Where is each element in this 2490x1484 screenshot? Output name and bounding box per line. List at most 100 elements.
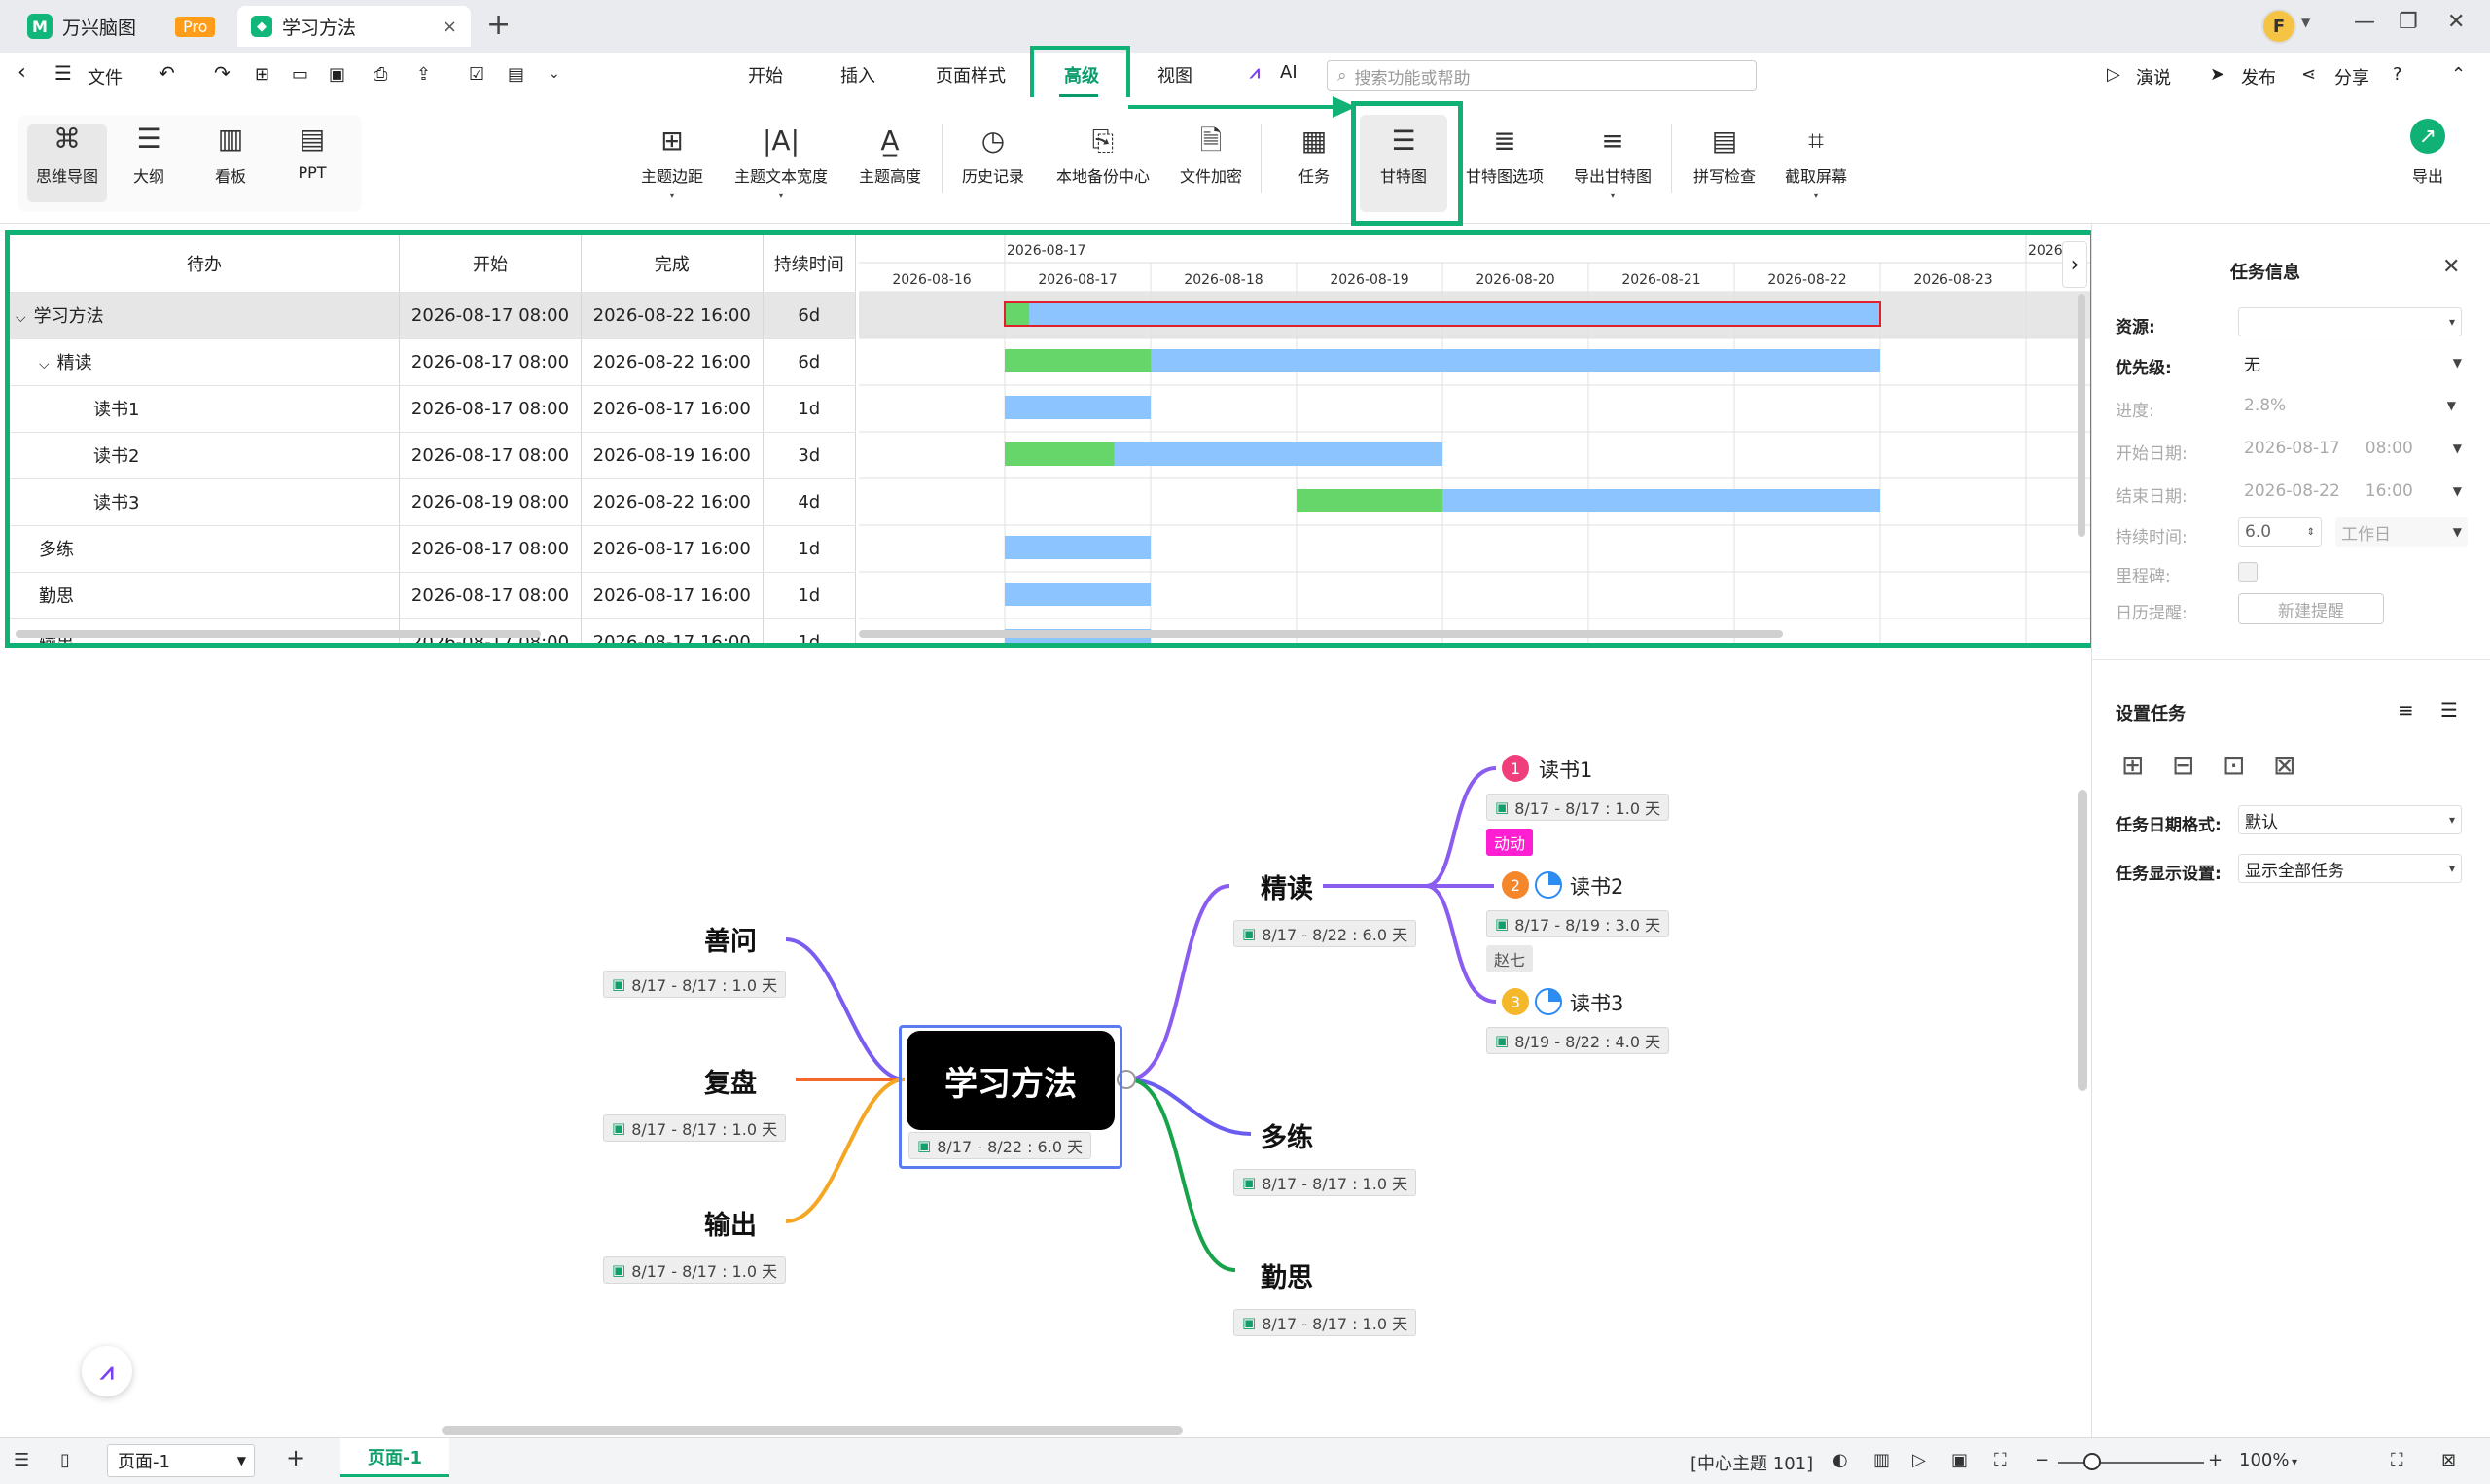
spell-check-button[interactable]: ▤ 拼写检查 <box>1690 124 1759 187</box>
gantt-cell-end[interactable]: 2026-08-19 16:00 <box>581 432 764 479</box>
topic-practice[interactable]: 多练 <box>1261 1116 1313 1154</box>
more-chevron-icon[interactable]: ⌄ <box>549 66 560 82</box>
share-button[interactable]: 分享 <box>2334 64 2369 89</box>
canvas-hscrollbar[interactable] <box>442 1426 1183 1435</box>
gantt-cell-end[interactable]: 2026-08-22 16:00 <box>581 292 764 339</box>
present-button[interactable]: 演说 <box>2136 64 2171 89</box>
search-input[interactable]: 搜索功能或帮助 <box>1355 64 1471 88</box>
gantt-cell-name[interactable]: 读书2 <box>10 432 401 479</box>
gantt-cell-name[interactable]: 读书1 <box>10 385 401 433</box>
search-box[interactable]: ⌕ 搜索功能或帮助 <box>1327 60 1757 91</box>
open-folder-icon[interactable]: ▭ <box>292 64 308 85</box>
menu-icon[interactable]: ☰ <box>54 61 72 85</box>
gantt-cell-duration[interactable]: 6d <box>763 338 857 386</box>
gantt-cell-duration[interactable]: 6d <box>763 292 857 339</box>
col-duration[interactable]: 持续时间 <box>763 235 857 293</box>
gantt-cell-name[interactable]: 多练 <box>10 525 401 573</box>
tab-ai[interactable]: AI <box>1280 62 1298 83</box>
gantt-row[interactable]: 读书2 2026-08-17 08:00 2026-08-19 16:00 3d <box>10 432 857 479</box>
new-tab-button[interactable]: + <box>486 8 511 42</box>
gantt-cell-end[interactable]: 2026-08-22 16:00 <box>581 478 764 526</box>
topic-height-button[interactable]: A̲ 主题高度 <box>856 124 924 187</box>
avatar[interactable]: F <box>2261 9 2296 44</box>
task-chip[interactable]: ▣ 8/17 - 8/17 : 1.0 天 <box>603 971 787 998</box>
milestone-checkbox[interactable] <box>2238 562 2258 582</box>
subtopic-book3[interactable]: 读书3 <box>1570 988 1623 1017</box>
topic-output[interactable]: 输出 <box>704 1204 757 1242</box>
zoom-in-icon[interactable]: + <box>2208 1450 2223 1470</box>
topic-intensive-reading[interactable]: 精读 <box>1261 867 1313 905</box>
tab-page-style[interactable]: 页面样式 <box>936 62 1006 88</box>
zoom-chevron-icon[interactable]: ▾ <box>2292 1455 2297 1468</box>
play-icon[interactable]: ▷ <box>1912 1450 1926 1470</box>
col-todo[interactable]: 待办 <box>10 235 401 293</box>
topic-margin-button[interactable]: ⊞ 主题边距 ▾ <box>638 124 706 201</box>
fullscreen-icon[interactable]: ⛶ <box>2391 1450 2403 1470</box>
file-menu[interactable]: 文件 <box>88 64 123 89</box>
gantt-cell-duration[interactable]: 1d <box>763 385 857 433</box>
gantt-cell-start[interactable]: 2026-08-17 08:00 <box>399 292 582 339</box>
zoom-level[interactable]: 100% <box>2239 1450 2289 1470</box>
undo-icon[interactable]: ↶ <box>159 61 175 85</box>
mindmap-canvas[interactable]: 学习方法 ▣ 8/17 - 8/22 : 6.0 天 善问 ▣ 8/17 - 8/1… <box>0 648 2089 1437</box>
save-as-icon[interactable]: ▤ <box>508 64 524 85</box>
gantt-cell-name[interactable]: 勤思 <box>10 572 401 619</box>
chevron-down-icon[interactable]: ⌵ <box>16 310 26 326</box>
resource-select[interactable]: ▾ <box>2238 307 2462 336</box>
task-chip[interactable]: ▣ 8/17 - 8/17 : 1.0 天 <box>1233 1169 1417 1196</box>
col-start[interactable]: 开始 <box>399 235 582 293</box>
close-tab-icon[interactable]: × <box>443 17 457 37</box>
resource-tag[interactable]: 动动 <box>1486 829 1534 856</box>
check-icon[interactable]: ☑ <box>469 64 484 85</box>
avatar-chevron-icon[interactable]: ▼ <box>2301 16 2310 29</box>
gantt-cell-start[interactable]: 2026-08-17 08:00 <box>399 338 582 386</box>
screenshot-button[interactable]: ⌗ 截取屏幕 ▾ <box>1782 124 1850 201</box>
gantt-cell-duration[interactable]: 3d <box>763 432 857 479</box>
expand-icon[interactable]: ⊠ <box>2441 1450 2456 1470</box>
task-chip[interactable]: ▣ 8/17 - 8/17 : 1.0 天 <box>603 1114 787 1142</box>
fit-icon[interactable]: ▣ <box>1951 1450 1968 1470</box>
view-ppt-button[interactable]: ▤ PPT <box>272 124 352 202</box>
chart-hscrollbar[interactable] <box>859 630 1783 638</box>
tab-start[interactable]: 开始 <box>748 62 783 88</box>
restore-button[interactable]: ❐ <box>2399 10 2418 34</box>
resource-tag[interactable]: 赵七 <box>1486 945 1534 972</box>
print-icon[interactable]: ⎙ <box>374 64 387 85</box>
central-task-chip[interactable]: ▣ 8/17 - 8/22 : 6.0 天 <box>908 1132 1092 1159</box>
col-end[interactable]: 完成 <box>581 235 764 293</box>
duration-unit-select[interactable]: 工作日 ▼ <box>2335 517 2468 547</box>
date-format-select[interactable]: 默认 ▾ <box>2238 805 2462 834</box>
gantt-row[interactable]: 多练 2026-08-17 08:00 2026-08-17 16:00 1d <box>10 525 857 573</box>
gantt-cell-name[interactable]: ⌵ 学习方法 <box>10 292 401 339</box>
document-tab[interactable]: ◆ 学习方法 × <box>237 6 471 47</box>
chevron-down-icon[interactable]: ⌵ <box>39 357 50 372</box>
gantt-cell-end[interactable]: 2026-08-17 16:00 <box>581 525 764 573</box>
table-hscrollbar[interactable] <box>16 630 541 638</box>
display-setting-select[interactable]: 显示全部任务 ▾ <box>2238 854 2462 883</box>
collapse-task-icon[interactable]: ⊠ <box>2273 749 2295 781</box>
zoom-slider-track[interactable] <box>2058 1462 2204 1464</box>
view-kanban-button[interactable]: ▥ 看板 <box>191 124 270 202</box>
task-chip[interactable]: ▣ 8/17 - 8/22 : 6.0 天 <box>1233 920 1417 947</box>
task-chip[interactable]: ▣ 8/17 - 8/17 : 1.0 天 <box>603 1256 787 1284</box>
close-window-button[interactable]: ✕ <box>2447 10 2465 34</box>
gantt-chart[interactable]: 2026-08-16 2026-08-17 2026-08-18 2026-08-19… <box>859 235 2090 643</box>
export-button[interactable]: ↗ 导出 <box>2410 119 2445 187</box>
progress-field[interactable]: 2.8% ▼ <box>2238 391 2462 420</box>
task-chip[interactable]: ▣ 8/17 - 8/17 : 1.0 天 <box>1233 1309 1417 1336</box>
topic-review[interactable]: 复盘 <box>704 1062 757 1100</box>
close-panel-icon[interactable]: ✕ <box>2442 255 2460 279</box>
gantt-cell-name[interactable]: 读书3 <box>10 478 401 526</box>
theme-icon[interactable]: ◐ <box>1832 1450 1848 1470</box>
export-small-icon[interactable]: ⇪ <box>416 64 431 85</box>
view-outline-button[interactable]: ☰ 大纲 <box>109 124 189 202</box>
gantt-cell-end[interactable]: 2026-08-17 16:00 <box>581 572 764 619</box>
subtopic-book2[interactable]: 读书2 <box>1570 871 1623 901</box>
gantt-row[interactable]: 读书3 2026-08-19 08:00 2026-08-22 16:00 4d <box>10 478 857 526</box>
gantt-options-button[interactable]: ≣ 甘特图选项 <box>1463 124 1547 187</box>
local-backup-button[interactable]: ⎘ 本地备份中心 <box>1052 124 1154 187</box>
gantt-cell-start[interactable]: 2026-08-19 08:00 <box>399 478 582 526</box>
help-icon[interactable]: ? <box>2393 64 2402 85</box>
export-gantt-button[interactable]: ≡ 导出甘特图 ▾ <box>1570 124 1655 201</box>
page-panel-icon[interactable]: ▯ <box>60 1450 70 1470</box>
